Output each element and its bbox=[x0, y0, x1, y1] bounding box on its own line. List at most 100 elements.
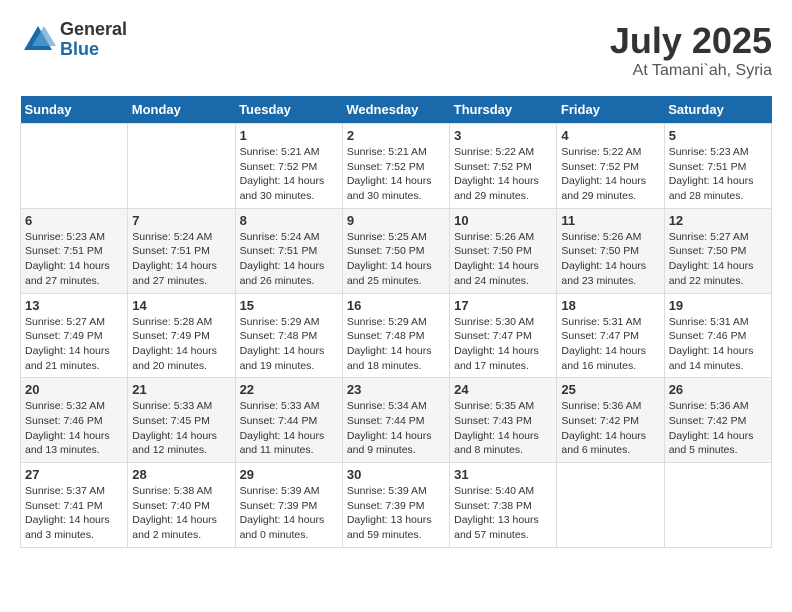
day-number: 23 bbox=[347, 382, 445, 397]
day-info: Sunrise: 5:35 AM Sunset: 7:43 PM Dayligh… bbox=[454, 399, 552, 458]
day-info: Sunrise: 5:40 AM Sunset: 7:38 PM Dayligh… bbox=[454, 484, 552, 543]
day-number: 26 bbox=[669, 382, 767, 397]
logo-icon bbox=[20, 22, 56, 58]
day-number: 15 bbox=[240, 298, 338, 313]
day-number: 25 bbox=[561, 382, 659, 397]
day-number: 14 bbox=[132, 298, 230, 313]
calendar-cell bbox=[557, 463, 664, 548]
day-number: 20 bbox=[25, 382, 123, 397]
day-info: Sunrise: 5:24 AM Sunset: 7:51 PM Dayligh… bbox=[240, 230, 338, 289]
calendar-cell: 5Sunrise: 5:23 AM Sunset: 7:51 PM Daylig… bbox=[664, 124, 771, 209]
weekday-header-thursday: Thursday bbox=[450, 96, 557, 124]
day-number: 9 bbox=[347, 213, 445, 228]
calendar-cell: 9 Sunrise: 5:25 AM Sunset: 7:50 PM Daylig… bbox=[342, 208, 449, 293]
day-info: Sunrise: 5:23 AM Sunset: 7:51 PM Dayligh… bbox=[25, 230, 123, 289]
calendar-cell: 8Sunrise: 5:24 AM Sunset: 7:51 PM Daylig… bbox=[235, 208, 342, 293]
day-info: Sunrise: 5:28 AM Sunset: 7:49 PM Dayligh… bbox=[132, 315, 230, 374]
day-info: Sunrise: 5:36 AM Sunset: 7:42 PM Dayligh… bbox=[669, 399, 767, 458]
weekday-header-saturday: Saturday bbox=[664, 96, 771, 124]
day-number: 29 bbox=[240, 467, 338, 482]
weekday-header-friday: Friday bbox=[557, 96, 664, 124]
day-number: 19 bbox=[669, 298, 767, 313]
calendar-cell: 25 Sunrise: 5:36 AM Sunset: 7:42 PM Dayli… bbox=[557, 378, 664, 463]
day-info: Sunrise: 5:33 AM Sunset: 7:45 PM Dayligh… bbox=[132, 399, 230, 458]
day-number: 3 bbox=[454, 128, 552, 143]
weekday-header-sunday: Sunday bbox=[21, 96, 128, 124]
location: At Tamani`ah, Syria bbox=[610, 62, 772, 80]
day-info: Sunrise: 5:25 AM Sunset: 7:50 PM Dayligh… bbox=[347, 230, 445, 289]
calendar-cell: 13 Sunrise: 5:27 AM Sunset: 7:49 PM Dayli… bbox=[21, 293, 128, 378]
day-info: Sunrise: 5:29 AM Sunset: 7:48 PM Dayligh… bbox=[347, 315, 445, 374]
day-info: Sunrise: 5:27 AM Sunset: 7:49 PM Dayligh… bbox=[25, 315, 123, 374]
calendar-cell: 28 Sunrise: 5:38 AM Sunset: 7:40 PM Dayli… bbox=[128, 463, 235, 548]
calendar-cell: 19 Sunrise: 5:31 AM Sunset: 7:46 PM Dayli… bbox=[664, 293, 771, 378]
day-number: 2 bbox=[347, 128, 445, 143]
day-info: Sunrise: 5:34 AM Sunset: 7:44 PM Dayligh… bbox=[347, 399, 445, 458]
calendar-cell: 10Sunrise: 5:26 AM Sunset: 7:50 PM Dayli… bbox=[450, 208, 557, 293]
calendar-cell: 31Sunrise: 5:40 AM Sunset: 7:38 PM Dayli… bbox=[450, 463, 557, 548]
day-number: 28 bbox=[132, 467, 230, 482]
day-info: Sunrise: 5:33 AM Sunset: 7:44 PM Dayligh… bbox=[240, 399, 338, 458]
calendar-cell bbox=[128, 124, 235, 209]
logo-blue: Blue bbox=[60, 40, 127, 60]
weekday-header-wednesday: Wednesday bbox=[342, 96, 449, 124]
day-number: 27 bbox=[25, 467, 123, 482]
day-info: Sunrise: 5:39 AM Sunset: 7:39 PM Dayligh… bbox=[347, 484, 445, 543]
day-number: 12 bbox=[669, 213, 767, 228]
day-number: 7 bbox=[132, 213, 230, 228]
day-info: Sunrise: 5:39 AM Sunset: 7:39 PM Dayligh… bbox=[240, 484, 338, 543]
day-info: Sunrise: 5:27 AM Sunset: 7:50 PM Dayligh… bbox=[669, 230, 767, 289]
calendar-cell: 23 Sunrise: 5:34 AM Sunset: 7:44 PM Dayli… bbox=[342, 378, 449, 463]
calendar-cell: 14 Sunrise: 5:28 AM Sunset: 7:49 PM Dayli… bbox=[128, 293, 235, 378]
day-number: 24 bbox=[454, 382, 552, 397]
day-info: Sunrise: 5:21 AM Sunset: 7:52 PM Dayligh… bbox=[347, 145, 445, 204]
calendar-cell bbox=[21, 124, 128, 209]
day-number: 5 bbox=[669, 128, 767, 143]
calendar-cell: 2 Sunrise: 5:21 AM Sunset: 7:52 PM Daylig… bbox=[342, 124, 449, 209]
day-number: 30 bbox=[347, 467, 445, 482]
calendar-cell: 1 Sunrise: 5:21 AM Sunset: 7:52 PM Daylig… bbox=[235, 124, 342, 209]
day-number: 13 bbox=[25, 298, 123, 313]
calendar-cell: 11Sunrise: 5:26 AM Sunset: 7:50 PM Dayli… bbox=[557, 208, 664, 293]
logo-general: General bbox=[60, 20, 127, 40]
week-row-4: 20 Sunrise: 5:32 AM Sunset: 7:46 PM Dayli… bbox=[21, 378, 772, 463]
calendar-cell: 24 Sunrise: 5:35 AM Sunset: 7:43 PM Dayli… bbox=[450, 378, 557, 463]
day-info: Sunrise: 5:29 AM Sunset: 7:48 PM Dayligh… bbox=[240, 315, 338, 374]
weekday-header-monday: Monday bbox=[128, 96, 235, 124]
calendar-cell bbox=[664, 463, 771, 548]
day-info: Sunrise: 5:32 AM Sunset: 7:46 PM Dayligh… bbox=[25, 399, 123, 458]
calendar-cell: 22Sunrise: 5:33 AM Sunset: 7:44 PM Dayli… bbox=[235, 378, 342, 463]
day-info: Sunrise: 5:36 AM Sunset: 7:42 PM Dayligh… bbox=[561, 399, 659, 458]
weekday-header-row: SundayMondayTuesdayWednesdayThursdayFrid… bbox=[21, 96, 772, 124]
calendar-cell: 17 Sunrise: 5:30 AM Sunset: 7:47 PM Dayli… bbox=[450, 293, 557, 378]
calendar-table: SundayMondayTuesdayWednesdayThursdayFrid… bbox=[20, 96, 772, 548]
calendar-cell: 29 Sunrise: 5:39 AM Sunset: 7:39 PM Dayli… bbox=[235, 463, 342, 548]
week-row-3: 13 Sunrise: 5:27 AM Sunset: 7:49 PM Dayli… bbox=[21, 293, 772, 378]
week-row-5: 27 Sunrise: 5:37 AM Sunset: 7:41 PM Dayli… bbox=[21, 463, 772, 548]
calendar-cell: 26 Sunrise: 5:36 AM Sunset: 7:42 PM Dayli… bbox=[664, 378, 771, 463]
calendar-cell: 4Sunrise: 5:22 AM Sunset: 7:52 PM Daylig… bbox=[557, 124, 664, 209]
day-number: 16 bbox=[347, 298, 445, 313]
day-info: Sunrise: 5:22 AM Sunset: 7:52 PM Dayligh… bbox=[454, 145, 552, 204]
day-number: 1 bbox=[240, 128, 338, 143]
title-area: July 2025 At Tamani`ah, Syria bbox=[610, 20, 772, 80]
calendar-cell: 16 Sunrise: 5:29 AM Sunset: 7:48 PM Dayli… bbox=[342, 293, 449, 378]
day-info: Sunrise: 5:22 AM Sunset: 7:52 PM Dayligh… bbox=[561, 145, 659, 204]
calendar-cell: 27 Sunrise: 5:37 AM Sunset: 7:41 PM Dayli… bbox=[21, 463, 128, 548]
day-number: 17 bbox=[454, 298, 552, 313]
page-header: General Blue July 2025 At Tamani`ah, Syr… bbox=[20, 20, 772, 80]
day-number: 6 bbox=[25, 213, 123, 228]
day-info: Sunrise: 5:30 AM Sunset: 7:47 PM Dayligh… bbox=[454, 315, 552, 374]
day-number: 21 bbox=[132, 382, 230, 397]
day-info: Sunrise: 5:24 AM Sunset: 7:51 PM Dayligh… bbox=[132, 230, 230, 289]
calendar-cell: 18Sunrise: 5:31 AM Sunset: 7:47 PM Dayli… bbox=[557, 293, 664, 378]
day-info: Sunrise: 5:21 AM Sunset: 7:52 PM Dayligh… bbox=[240, 145, 338, 204]
day-info: Sunrise: 5:38 AM Sunset: 7:40 PM Dayligh… bbox=[132, 484, 230, 543]
calendar-cell: 6 Sunrise: 5:23 AM Sunset: 7:51 PM Daylig… bbox=[21, 208, 128, 293]
calendar-cell: 7 Sunrise: 5:24 AM Sunset: 7:51 PM Daylig… bbox=[128, 208, 235, 293]
weekday-header-tuesday: Tuesday bbox=[235, 96, 342, 124]
day-number: 11 bbox=[561, 213, 659, 228]
day-info: Sunrise: 5:31 AM Sunset: 7:46 PM Dayligh… bbox=[669, 315, 767, 374]
week-row-1: 1 Sunrise: 5:21 AM Sunset: 7:52 PM Daylig… bbox=[21, 124, 772, 209]
day-info: Sunrise: 5:37 AM Sunset: 7:41 PM Dayligh… bbox=[25, 484, 123, 543]
